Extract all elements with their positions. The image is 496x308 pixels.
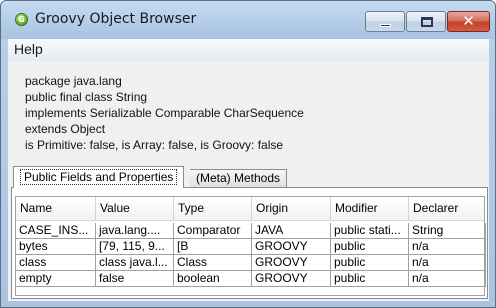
- window-title: Groovy Object Browser: [35, 11, 197, 27]
- column-header-modifier[interactable]: Modifier: [331, 197, 409, 221]
- menu-bar: Help: [8, 39, 489, 61]
- cell-name: empty: [16, 271, 96, 287]
- menu-help[interactable]: Help: [14, 41, 43, 57]
- fields-table: Name Value Type Origin Modifier Declarer…: [15, 196, 486, 296]
- column-header-name[interactable]: Name: [16, 197, 96, 221]
- class-info-implements: implements Serializable Comparable CharS…: [25, 106, 304, 120]
- cell-value: java.lang....: [96, 223, 174, 239]
- content-area: package java.lang public final class Str…: [8, 61, 489, 301]
- maximize-button[interactable]: [406, 11, 446, 32]
- cell-modifier: public: [331, 271, 409, 287]
- title-bar[interactable]: G Groovy Object Browser ✕: [1, 1, 495, 39]
- cell-value: false: [96, 271, 174, 287]
- maximize-icon: [421, 17, 433, 27]
- tab-meta-methods[interactable]: (Meta) Methods: [190, 169, 288, 188]
- cell-declarer: n/a: [409, 255, 486, 271]
- close-button[interactable]: ✕: [447, 11, 490, 32]
- cell-modifier: public: [331, 239, 409, 255]
- cell-origin: GROOVY: [252, 255, 331, 271]
- cell-type: Comparator: [174, 223, 252, 239]
- cell-name: bytes: [16, 239, 96, 255]
- cell-declarer: n/a: [409, 271, 486, 287]
- class-info-flags: is Primitive: false, is Array: false, is…: [25, 138, 284, 152]
- cell-declarer: n/a: [409, 239, 486, 255]
- cell-origin: GROOVY: [252, 239, 331, 255]
- column-header-type[interactable]: Type: [174, 197, 252, 221]
- cell-origin: JAVA: [252, 223, 331, 239]
- table-header: Name Value Type Origin Modifier Declarer: [16, 197, 484, 221]
- minimize-icon: [380, 24, 391, 27]
- cell-type: boolean: [174, 271, 252, 287]
- cell-name: class: [16, 255, 96, 271]
- tab-panel: Name Value Type Origin Modifier Declarer…: [11, 187, 488, 299]
- class-info-declaration: public final class String: [25, 90, 148, 104]
- column-header-origin[interactable]: Origin: [252, 197, 331, 221]
- table-row[interactable]: CASE_INS... java.lang.... Comparator JAV…: [16, 223, 486, 239]
- app-window: G Groovy Object Browser ✕ Help package j…: [0, 0, 496, 308]
- column-header-value[interactable]: Value: [96, 197, 174, 221]
- groovy-app-icon: G: [15, 13, 28, 26]
- table-row[interactable]: empty false boolean GROOVY public n/a: [16, 271, 486, 287]
- cell-modifier: public stati...: [331, 223, 409, 239]
- cell-type: [B: [174, 239, 252, 255]
- class-info: package java.lang public final class Str…: [25, 73, 304, 153]
- tab-label: Public Fields and Properties: [20, 169, 178, 185]
- table-row[interactable]: class class java.l... Class GROOVY publi…: [16, 255, 486, 271]
- tab-label: (Meta) Methods: [196, 171, 281, 185]
- cell-value: [79, 115, 9...: [96, 239, 174, 255]
- tab-public-fields[interactable]: Public Fields and Properties: [13, 166, 185, 188]
- column-header-declarer[interactable]: Declarer: [409, 197, 486, 221]
- cell-value: class java.l...: [96, 255, 174, 271]
- table-row[interactable]: bytes [79, 115, 9... [B GROOVY public n/…: [16, 239, 486, 255]
- cell-modifier: public: [331, 255, 409, 271]
- close-icon: ✕: [462, 12, 475, 30]
- cell-declarer: String: [409, 223, 486, 239]
- cell-type: Class: [174, 255, 252, 271]
- class-info-extends: extends Object: [25, 122, 106, 136]
- cell-origin: GROOVY: [252, 271, 331, 287]
- minimize-button[interactable]: [365, 11, 405, 32]
- class-info-package: package java.lang: [25, 74, 122, 88]
- cell-name: CASE_INS...: [16, 223, 96, 239]
